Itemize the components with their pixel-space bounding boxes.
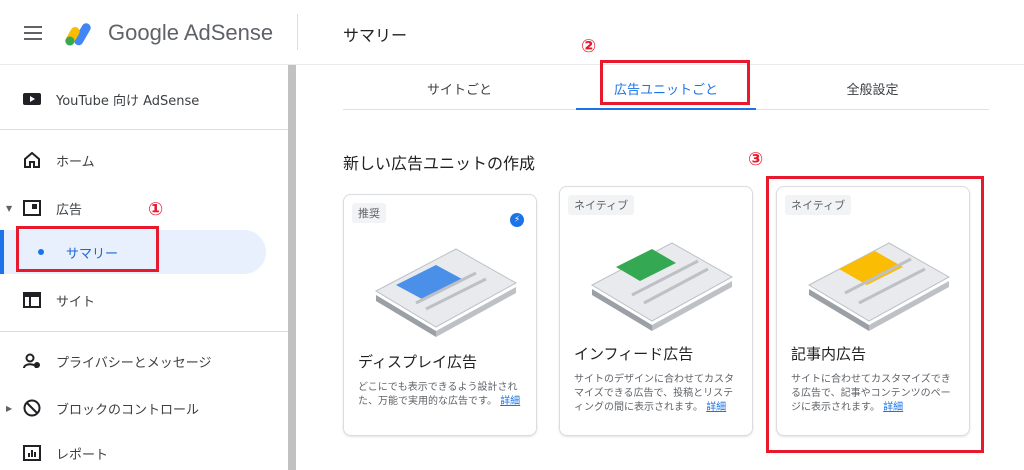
sidebar-item-block[interactable]: ▶ ブロックのコントロール bbox=[0, 386, 266, 430]
in-feed-ad-illustration-icon bbox=[590, 242, 734, 331]
details-link[interactable]: 詳細 bbox=[500, 396, 520, 407]
recommended-badge: 推奨 bbox=[352, 203, 386, 223]
sidebar-divider bbox=[0, 331, 288, 332]
sidebar-item-report[interactable]: レポート bbox=[0, 431, 266, 470]
sidebar-scrollbar[interactable] bbox=[288, 65, 296, 470]
app-header: Google AdSense bbox=[0, 0, 297, 64]
card-description: サイトのデザインに合わせてカスタマイズできる広告で、投稿とリスティングの間に表示… bbox=[574, 373, 742, 415]
ads-icon bbox=[22, 198, 42, 218]
display-ad-card[interactable]: 推奨 ⚡ ディスプレイ広告 どこにでも表示できるよう設計された、万能で実用的な広… bbox=[343, 194, 537, 436]
sidebar-item-label: 広告 bbox=[56, 202, 83, 218]
adsense-logo-icon bbox=[65, 23, 91, 46]
annotation-number-1: ① bbox=[148, 199, 164, 220]
menu-icon[interactable] bbox=[24, 26, 42, 40]
bolt-icon: ⚡ bbox=[510, 213, 524, 227]
card-title: インフィード広告 bbox=[574, 345, 694, 363]
sidebar-item-privacy[interactable]: プライバシーとメッセージ bbox=[0, 339, 266, 383]
tab-by-site[interactable]: サイトごと bbox=[343, 66, 576, 110]
sidebar-item-ads[interactable]: ▼ 広告 bbox=[0, 186, 266, 230]
annotation-box-2 bbox=[600, 60, 750, 105]
block-icon bbox=[22, 398, 42, 418]
details-link[interactable]: 詳細 bbox=[706, 402, 726, 413]
in-feed-ad-card[interactable]: ネイティブ インフィード広告 サイトのデザインに合わせてカスタマイズできる広告で… bbox=[559, 186, 753, 436]
sidebar-item-home[interactable]: ホーム bbox=[0, 138, 266, 182]
sidebar-item-youtube[interactable]: YouTube 向け AdSense bbox=[0, 77, 266, 121]
expand-caret-icon[interactable]: ▼ bbox=[6, 204, 12, 213]
active-tab-indicator bbox=[576, 108, 756, 110]
report-icon bbox=[22, 443, 42, 463]
annotation-box-3 bbox=[766, 176, 984, 453]
youtube-icon bbox=[22, 89, 42, 109]
home-icon bbox=[22, 150, 42, 170]
sidebar-item-label: プライバシーとメッセージ bbox=[56, 355, 212, 371]
annotation-box-1 bbox=[16, 226, 159, 272]
tab-general-settings[interactable]: 全般設定 bbox=[756, 66, 989, 110]
card-description-text: どこにでも表示できるよう設計された、万能で実用的な広告です。 bbox=[358, 382, 518, 407]
page-title: サマリー bbox=[343, 26, 408, 45]
card-description: どこにでも表示できるよう設計された、万能で実用的な広告です。 詳細 bbox=[358, 381, 526, 409]
expand-caret-icon[interactable]: ▶ bbox=[6, 404, 12, 413]
header-divider bbox=[297, 14, 298, 50]
app-name: Google AdSense bbox=[108, 20, 274, 45]
annotation-number-3: ③ bbox=[748, 149, 764, 170]
sidebar-item-label: サイト bbox=[56, 294, 96, 310]
sidebar-item-label: ブロックのコントロール bbox=[56, 402, 200, 418]
privacy-icon bbox=[22, 351, 42, 371]
sidebar-divider bbox=[0, 129, 288, 130]
annotation-number-2: ② bbox=[581, 36, 597, 57]
sidebar-item-label: レポート bbox=[56, 447, 109, 463]
sidebar-item-label: ホーム bbox=[56, 154, 95, 170]
active-indicator bbox=[0, 230, 4, 274]
section-title: 新しい広告ユニットの作成 bbox=[343, 154, 536, 173]
display-ad-illustration-icon bbox=[374, 248, 518, 337]
sidebar-item-label: YouTube 向け AdSense bbox=[56, 93, 200, 109]
native-badge: ネイティブ bbox=[568, 195, 635, 215]
sites-icon bbox=[22, 290, 42, 310]
sidebar-item-sites[interactable]: サイト bbox=[0, 278, 266, 322]
card-title: ディスプレイ広告 bbox=[358, 353, 477, 371]
